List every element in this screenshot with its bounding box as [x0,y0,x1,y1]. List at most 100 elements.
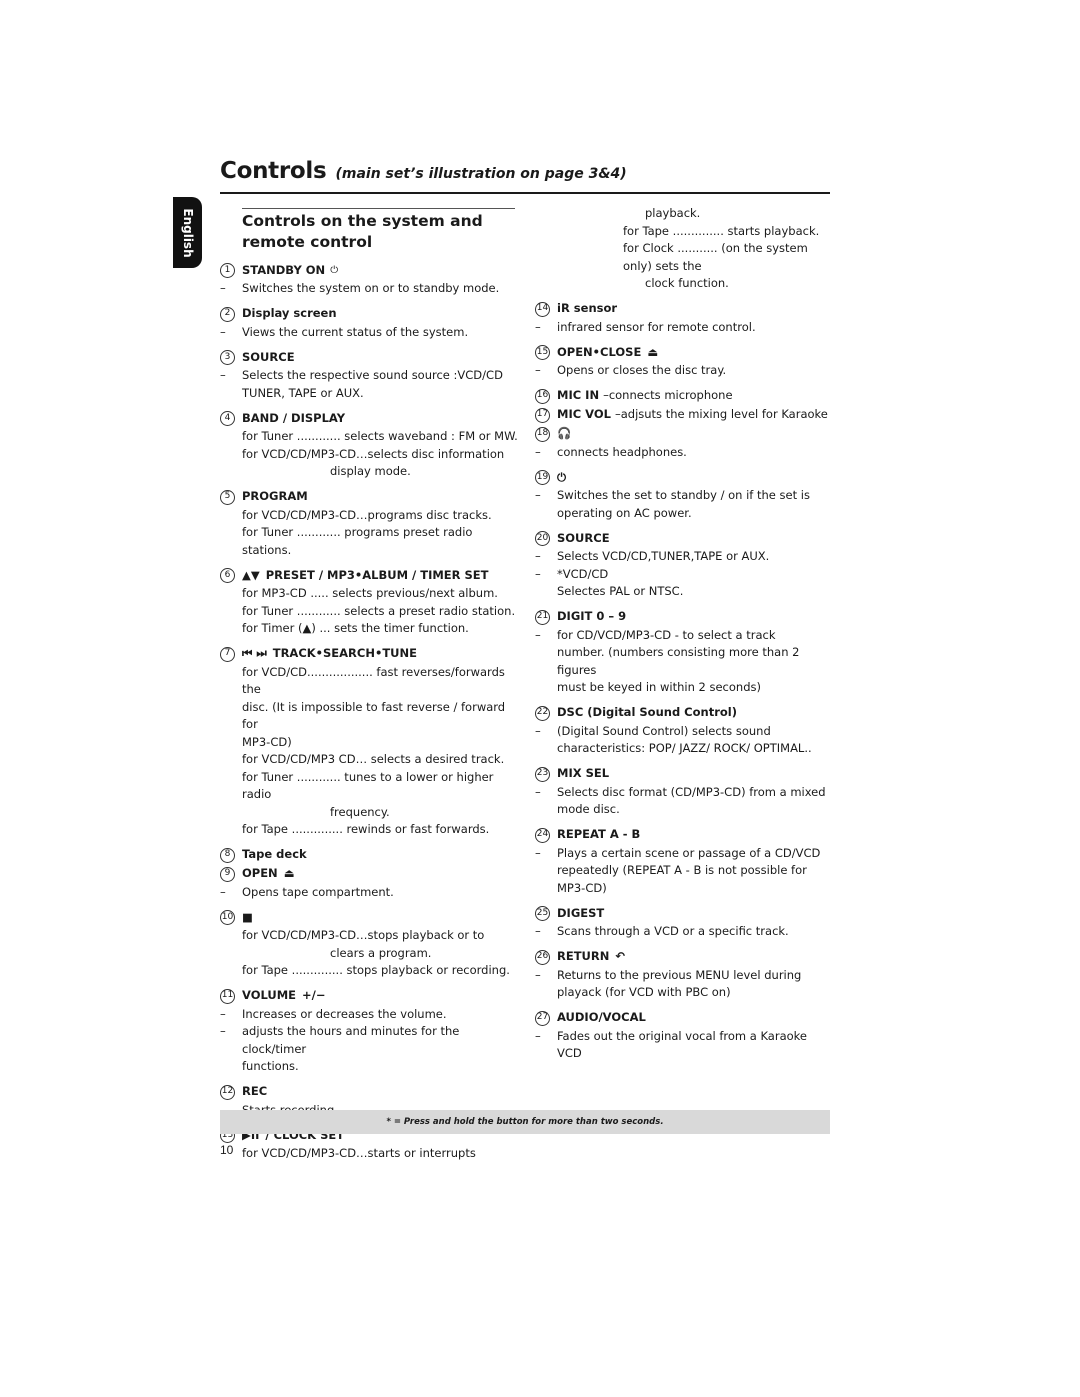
control-heading: 17 MIC VOL –adjsuts the mixing level for K… [535,406,835,425]
description-line: Switches the system on or to standby mod… [220,280,520,298]
control-heading: 1 STANDBY ON ⏻ [220,261,520,280]
control-label: BAND / DISPLAY [242,410,346,425]
control-label: DSC (Digital Sound Control) [557,705,737,720]
control-item-25: 25 DIGEST Scans through a VCD or a specifi… [535,904,835,941]
page-title: Controls (main set’s illustration on pag… [220,158,627,184]
control-label: ■ [242,909,253,924]
control-item-17: 17 MIC VOL –adjsuts the mixing level for K… [535,406,835,425]
headphones-icon: 🎧 [557,426,572,441]
description-line: disc. (It is impossible to fast reverse … [242,699,506,732]
description-line: Increases or decreases the volume. [220,1006,520,1024]
left-column: 1 STANDBY ON ⏻ Switches the system on or to… [220,261,520,1170]
control-item-19: 19 ⏻ Switches the set to standby / on if t… [535,468,835,522]
control-label: OPEN•CLOSE [557,344,642,359]
control-label: VOLUME [242,988,297,1003]
item-number-badge: 3 [220,350,235,365]
description-line: for Tape .............. rewinds or fast … [242,822,490,836]
control-heading: 26 RETURN ↶ [535,948,835,967]
control-label: STANDBY ON [242,262,326,277]
control-heading: 2 Display screen [220,305,520,324]
control-label: REPEAT A - B [557,827,641,842]
item-number-badge: 18 [535,426,550,442]
description-line: for Tuner ............ tunes to a lower … [242,769,494,802]
item-number-badge: 20 [535,531,550,546]
control-label: MIX SEL [557,766,610,781]
item-number-badge: 19 [535,470,550,485]
description-line: Selects VCD/CD,TUNER,TAPE or AUX. [535,548,835,566]
description-line: Plays a certain scene or passage of a CD… [535,845,835,863]
item-number-badge: 7 [220,646,235,662]
description-line: must be keyed in within 2 seconds) [557,680,761,694]
item-number-badge: 11 [220,988,235,1004]
item-number-badge: 14 [535,301,550,317]
description-line: Views the current status of the system. [220,324,520,342]
item-number-badge: 23 [535,766,550,782]
description-line: for VCD/CD/MP3-CD…stops playback or to [242,928,485,942]
item-number-badge: 21 [535,609,550,625]
control-label: SOURCE [242,349,295,364]
control-item-10: 10 ■ for VCD/CD/MP3-CD…stops playback or t… [220,908,520,980]
control-label: DIGIT 0 – 9 [557,609,627,624]
description-line: for CD/VCD/MP3-CD - to select a track [535,627,835,645]
item-number-badge: 15 [535,345,550,360]
item-number-badge: 26 [535,949,550,965]
control-item-14: 14 iR sensor infrared sensor for remote co… [535,300,835,337]
control-item-18: 18 🎧 connects headphones. [535,425,835,462]
description-line: number. (numbers consisting more than 2 … [557,645,800,677]
control-item-6: 6 ▲▼ PRESET / MP3•ALBUM / TIMER SET for MP3… [220,566,520,638]
item-number-badge: 2 [220,306,235,322]
control-heading: 25 DIGEST [535,904,835,923]
button-symbol-icon: ⏏ [283,866,295,881]
description-line: Scans through a VCD or a specific track. [535,923,835,941]
control-heading: 14 iR sensor [535,300,835,319]
item-number-badge: 9 [220,866,235,882]
description-line: for MP3-CD ..... selects previous/next a… [242,586,498,600]
description-line: characteristics: POP/ JAZZ/ ROCK/ OPTIMA… [557,741,812,755]
description-line: TUNER, TAPE or AUX. [242,385,364,400]
inline-description: –connects microphone [603,388,733,403]
item-number-badge: 4 [220,411,235,426]
section-title: Controls on the system and remote contro… [242,212,483,251]
description-line: for VCD/CD/MP3 CD… selects a desired tra… [242,752,505,766]
control-heading: 18 🎧 [535,425,835,444]
description-line: Selectes PAL or NTSC. [557,584,684,598]
description-line: MP3-CD) [557,880,607,895]
description-line: frequency. [330,804,390,819]
continued-item-13: playback. for Tape .............. starts … [535,205,835,293]
control-label: OPEN [242,866,278,881]
control-item-26: 26 RETURN ↶ Returns to the previous MENU le… [535,948,835,1002]
control-heading: 12 REC [220,1083,520,1102]
control-heading: 10 ■ [220,908,520,927]
item-number-badge: 25 [535,906,550,921]
description-line: Selects disc format (CD/MP3-CD) from a m… [535,784,835,802]
item-number-badge: 5 [220,489,235,505]
description-line: mode disc. [557,802,620,816]
description-line: playack (for VCD with PBC on) [557,985,731,999]
description-line: Fades out the original vocal from a Kara… [535,1028,835,1063]
description-line: Switches the set to standby / on if the … [535,487,835,505]
description-line: for VCD/CD.................. fast revers… [242,664,505,697]
description-line: Returns to the previous MENU level durin… [535,967,835,985]
description-line: for Timer (▲) ... sets the timer functio… [242,621,469,635]
control-item-2: 2 Display screen Views the current status … [220,305,520,342]
control-label: iR sensor [557,301,618,316]
title-rule [220,192,830,194]
description-line: for VCD/CD/MP3-CD…starts or interrupts [242,1146,476,1160]
control-item-16: 16 MIC IN –connects microphone [535,387,835,406]
language-label: English [180,207,195,258]
control-item-21: 21 DIGIT 0 – 9 for CD/VCD/MP3-CD - to sele… [535,608,835,697]
title-main: Controls [220,158,327,184]
description-line: (Digital Sound Control) selects sound [535,723,835,741]
control-heading: 27 AUDIO/VOCAL [535,1009,835,1028]
description-line: display mode. [330,464,411,478]
control-label: MIC VOL [557,407,611,422]
language-tab: English [173,197,202,268]
control-heading: 21 DIGIT 0 – 9 [535,608,835,627]
control-heading: 15 OPEN•CLOSE ⏏ [535,343,835,362]
control-heading: 3 SOURCE [220,348,520,367]
description-line: clears a program. [330,945,432,960]
control-item-9: 9 OPEN ⏏ Opens tape compartment. [220,865,520,902]
control-item-4: 4 BAND / DISPLAY for Tuner ............ se… [220,409,520,481]
description-line: clock function. [645,276,729,290]
footnote-bar: * = Press and hold the button for more t… [220,1110,830,1134]
